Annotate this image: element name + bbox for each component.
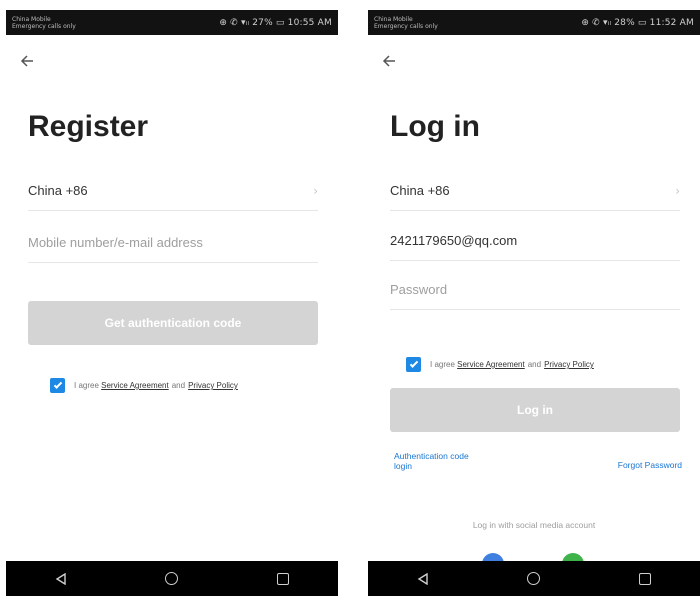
privacy-policy-link[interactable]: Privacy Policy [544,360,594,369]
carrier-name: China Mobile [374,15,413,23]
agreement-checkbox[interactable] [406,357,421,372]
home-circle-icon [165,572,179,585]
agree-prefix: I agree [430,360,455,369]
page-title: Log in [390,110,480,143]
back-arrow-icon-svg [20,55,33,67]
status-bar: China Mobile Emergency calls only ⊕ ✆ ▾ᵢ… [368,10,700,35]
carrier-name: China Mobile [12,15,51,23]
agree-conjunction: and [171,381,186,390]
account-input[interactable]: 2421179650@qq.com [390,221,680,261]
nav-back-button[interactable] [46,564,76,594]
back-triangle-icon [56,572,67,585]
nav-recents-button[interactable] [630,564,660,594]
page-title: Register [28,110,149,143]
nav-back-button[interactable] [408,564,438,594]
get-auth-code-button[interactable]: Get authentication code [28,301,318,345]
agree-prefix: I agree [74,381,99,390]
auth-code-login-link[interactable]: Authentication code login [394,451,469,471]
agreement-row: I agree Service Agreement and Privacy Po… [50,378,238,393]
status-indicators: ⊕ ✆ ▾ᵢₗ 27% ▭ 10:55 AM [219,17,332,28]
checkmark-icon [409,358,418,368]
auth-code-link-line2: login [394,461,412,471]
back-triangle-icon [418,572,429,585]
account-input-placeholder: Mobile number/e-mail address [28,235,203,250]
account-input-value: 2421179650@qq.com [390,233,518,248]
service-agreement-link[interactable]: Service Agreement [457,360,525,369]
agreement-checkbox[interactable] [50,378,65,393]
back-arrow-icon[interactable] [20,50,42,72]
carrier-subtext: Emergency calls only [12,22,76,30]
status-indicators: ⊕ ✆ ▾ᵢₗ 28% ▭ 11:52 AM [581,17,694,28]
carrier-info: China Mobile Emergency calls only [374,16,438,30]
carrier-subtext: Emergency calls only [374,22,438,30]
nav-home-button[interactable] [157,564,187,594]
country-code-selector[interactable]: China +86 › [390,171,680,211]
status-bar: China Mobile Emergency calls only ⊕ ✆ ▾ᵢ… [6,10,338,35]
android-nav-bar [6,561,338,596]
nav-home-button[interactable] [519,564,549,594]
account-input[interactable]: Mobile number/e-mail address [28,223,318,263]
password-input[interactable]: Password [390,270,680,310]
login-button[interactable]: Log in [390,388,680,432]
android-nav-bar [368,561,700,596]
recents-square-icon [276,572,289,585]
carrier-info: China Mobile Emergency calls only [12,16,76,30]
recents-square-icon [638,572,651,585]
nav-recents-button[interactable] [268,564,298,594]
agree-conjunction: and [527,360,542,369]
country-code-value: China +86 [28,183,88,198]
back-arrow-icon[interactable] [382,50,404,72]
auth-code-link-line1: Authentication code [394,451,469,461]
register-screen: China Mobile Emergency calls only ⊕ ✆ ▾ᵢ… [6,10,338,596]
agreement-row: I agree Service Agreement and Privacy Po… [406,357,594,372]
home-circle-icon [527,572,541,585]
chevron-right-icon: › [313,183,318,198]
login-screen: China Mobile Emergency calls only ⊕ ✆ ▾ᵢ… [368,10,700,596]
privacy-policy-link[interactable]: Privacy Policy [188,381,238,390]
password-placeholder: Password [390,282,448,297]
chevron-right-icon: › [675,183,680,198]
service-agreement-link[interactable]: Service Agreement [101,381,169,390]
back-arrow-icon-svg [382,55,395,67]
country-code-selector[interactable]: China +86 › [28,171,318,211]
checkmark-icon [53,379,62,389]
social-login-text: Log in with social media account [472,520,596,530]
country-code-value: China +86 [390,183,450,198]
forgot-password-link[interactable]: Forgot Password [618,460,682,470]
